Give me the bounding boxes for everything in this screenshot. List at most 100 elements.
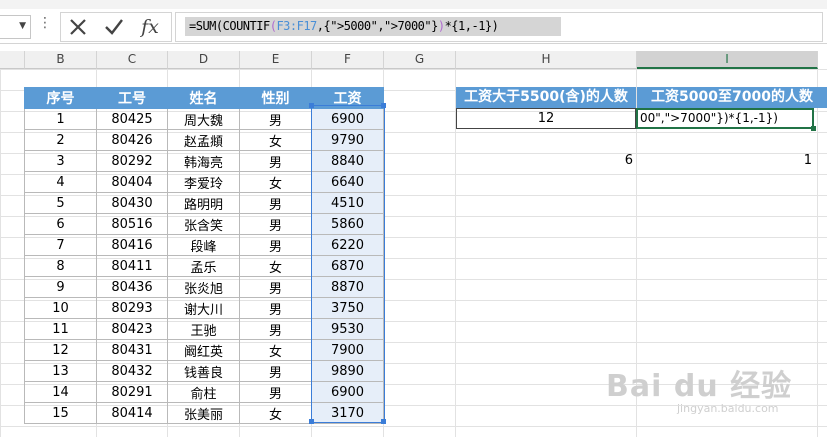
cell-salary[interactable]: 6640 <box>311 171 384 193</box>
cell-gender[interactable]: 男 <box>239 297 312 319</box>
cell-name[interactable]: 钱善良 <box>167 360 240 382</box>
cell-gender[interactable]: 男 <box>239 192 312 214</box>
col-header-g[interactable]: G <box>384 51 456 69</box>
range-handle[interactable] <box>309 419 314 424</box>
cell-name[interactable]: 段峰 <box>167 234 240 256</box>
cell-emp-id[interactable]: 80416 <box>96 234 168 256</box>
cell-salary[interactable]: 9530 <box>311 318 384 340</box>
cell-seq[interactable]: 9 <box>24 276 97 298</box>
more-options-icon[interactable]: ⋮ <box>38 15 52 31</box>
check-icon[interactable] <box>103 16 125 38</box>
cell-name[interactable]: 路明明 <box>167 192 240 214</box>
cell-gender[interactable]: 男 <box>239 360 312 382</box>
col-header-i[interactable]: I <box>637 51 818 69</box>
range-handle[interactable] <box>381 103 386 108</box>
cell-emp-id[interactable]: 80292 <box>96 150 168 172</box>
cell-gender[interactable]: 男 <box>239 276 312 298</box>
formula-input[interactable]: =SUM(COUNTIF(F3:F17,{">5000",">7000"})*{… <box>175 12 823 42</box>
cell-name[interactable]: 赵孟頫 <box>167 129 240 151</box>
range-handle[interactable] <box>309 103 314 108</box>
cell-emp-id[interactable]: 80291 <box>96 381 168 403</box>
cell-salary[interactable]: 6900 <box>311 108 384 130</box>
cell-seq[interactable]: 2 <box>24 129 97 151</box>
cell-seq[interactable]: 13 <box>24 360 97 382</box>
col-header-c[interactable]: C <box>97 51 168 69</box>
fx-icon[interactable]: fx <box>139 16 161 38</box>
cell-emp-id[interactable]: 80431 <box>96 339 168 361</box>
cell-emp-id[interactable]: 80426 <box>96 129 168 151</box>
header-salary[interactable]: 工资 <box>311 87 384 109</box>
cell-gender[interactable]: 男 <box>239 381 312 403</box>
cell-emp-id[interactable]: 80423 <box>96 318 168 340</box>
cell-gender[interactable]: 男 <box>239 213 312 235</box>
cell-seq[interactable]: 1 <box>24 108 97 130</box>
cell-emp-id[interactable]: 80411 <box>96 255 168 277</box>
close-icon[interactable] <box>67 16 89 38</box>
name-box[interactable]: ▼ <box>0 15 31 39</box>
cell-gender[interactable]: 女 <box>239 129 312 151</box>
cell-seq[interactable]: 12 <box>24 339 97 361</box>
cell-emp-id[interactable]: 80430 <box>96 192 168 214</box>
cell-emp-id[interactable]: 80436 <box>96 276 168 298</box>
cell-name[interactable]: 王驰 <box>167 318 240 340</box>
cell-seq[interactable]: 7 <box>24 234 97 256</box>
cell-seq[interactable]: 8 <box>24 255 97 277</box>
cell-name[interactable]: 俞柱 <box>167 381 240 403</box>
cell-salary[interactable]: 9790 <box>311 129 384 151</box>
col-header-b[interactable]: B <box>25 51 97 69</box>
cell-salary[interactable]: 4510 <box>311 192 384 214</box>
cell-i5-value[interactable]: 1 <box>740 153 812 168</box>
cell-name[interactable]: 张炎旭 <box>167 276 240 298</box>
header-h-count-gte-5500[interactable]: 工资大于5500(含)的人数 <box>456 87 636 108</box>
cell-h3-value[interactable]: 12 <box>456 108 636 129</box>
cell-name[interactable]: 谢大川 <box>167 297 240 319</box>
select-all-corner[interactable] <box>0 51 25 69</box>
col-header-h[interactable]: H <box>456 51 637 69</box>
cell-salary[interactable]: 3170 <box>311 402 384 424</box>
cell-emp-id[interactable]: 80293 <box>96 297 168 319</box>
cell-salary[interactable]: 6900 <box>311 381 384 403</box>
cell-salary[interactable]: 5860 <box>311 213 384 235</box>
chevron-down-icon[interactable]: ▼ <box>19 21 26 31</box>
cell-gender[interactable]: 男 <box>239 318 312 340</box>
header-name[interactable]: 姓名 <box>167 87 240 109</box>
range-handle[interactable] <box>381 419 386 424</box>
cell-seq[interactable]: 5 <box>24 192 97 214</box>
cell-seq[interactable]: 6 <box>24 213 97 235</box>
cell-gender[interactable]: 男 <box>239 150 312 172</box>
cell-salary[interactable]: 9890 <box>311 360 384 382</box>
cell-gender[interactable]: 男 <box>239 234 312 256</box>
cell-name[interactable]: 孟乐 <box>167 255 240 277</box>
header-emp-id[interactable]: 工号 <box>96 87 168 109</box>
cell-gender[interactable]: 女 <box>239 255 312 277</box>
cell-name[interactable]: 张含笑 <box>167 213 240 235</box>
cell-seq[interactable]: 4 <box>24 171 97 193</box>
cell-name[interactable]: 阚红英 <box>167 339 240 361</box>
cell-salary[interactable]: 6220 <box>311 234 384 256</box>
header-gender[interactable]: 性别 <box>239 87 312 109</box>
header-seq[interactable]: 序号 <box>24 87 97 109</box>
cell-emp-id[interactable]: 80425 <box>96 108 168 130</box>
cell-gender[interactable]: 女 <box>239 402 312 424</box>
cell-emp-id[interactable]: 80516 <box>96 213 168 235</box>
cell-salary[interactable]: 8870 <box>311 276 384 298</box>
cell-name[interactable]: 韩海亮 <box>167 150 240 172</box>
cell-name[interactable]: 李爱玲 <box>167 171 240 193</box>
cell-i3-editing[interactable]: 00",">7000"})*{1,-1}) <box>636 108 814 129</box>
cell-h5-value[interactable]: 6 <box>560 153 633 168</box>
header-i-count-5000-7000[interactable]: 工资5000至7000的人数 <box>637 87 827 108</box>
cell-seq[interactable]: 14 <box>24 381 97 403</box>
cell-emp-id[interactable]: 80414 <box>96 402 168 424</box>
cell-emp-id[interactable]: 80404 <box>96 171 168 193</box>
fill-handle[interactable] <box>811 126 816 131</box>
cell-seq[interactable]: 15 <box>24 402 97 424</box>
cell-seq[interactable]: 10 <box>24 297 97 319</box>
cell-salary[interactable]: 7900 <box>311 339 384 361</box>
col-header-d[interactable]: D <box>168 51 240 69</box>
cell-gender[interactable]: 女 <box>239 171 312 193</box>
cell-salary[interactable]: 3750 <box>311 297 384 319</box>
cell-salary[interactable]: 6870 <box>311 255 384 277</box>
cell-name[interactable]: 周大魏 <box>167 108 240 130</box>
cell-seq[interactable]: 11 <box>24 318 97 340</box>
col-header-e[interactable]: E <box>240 51 312 69</box>
